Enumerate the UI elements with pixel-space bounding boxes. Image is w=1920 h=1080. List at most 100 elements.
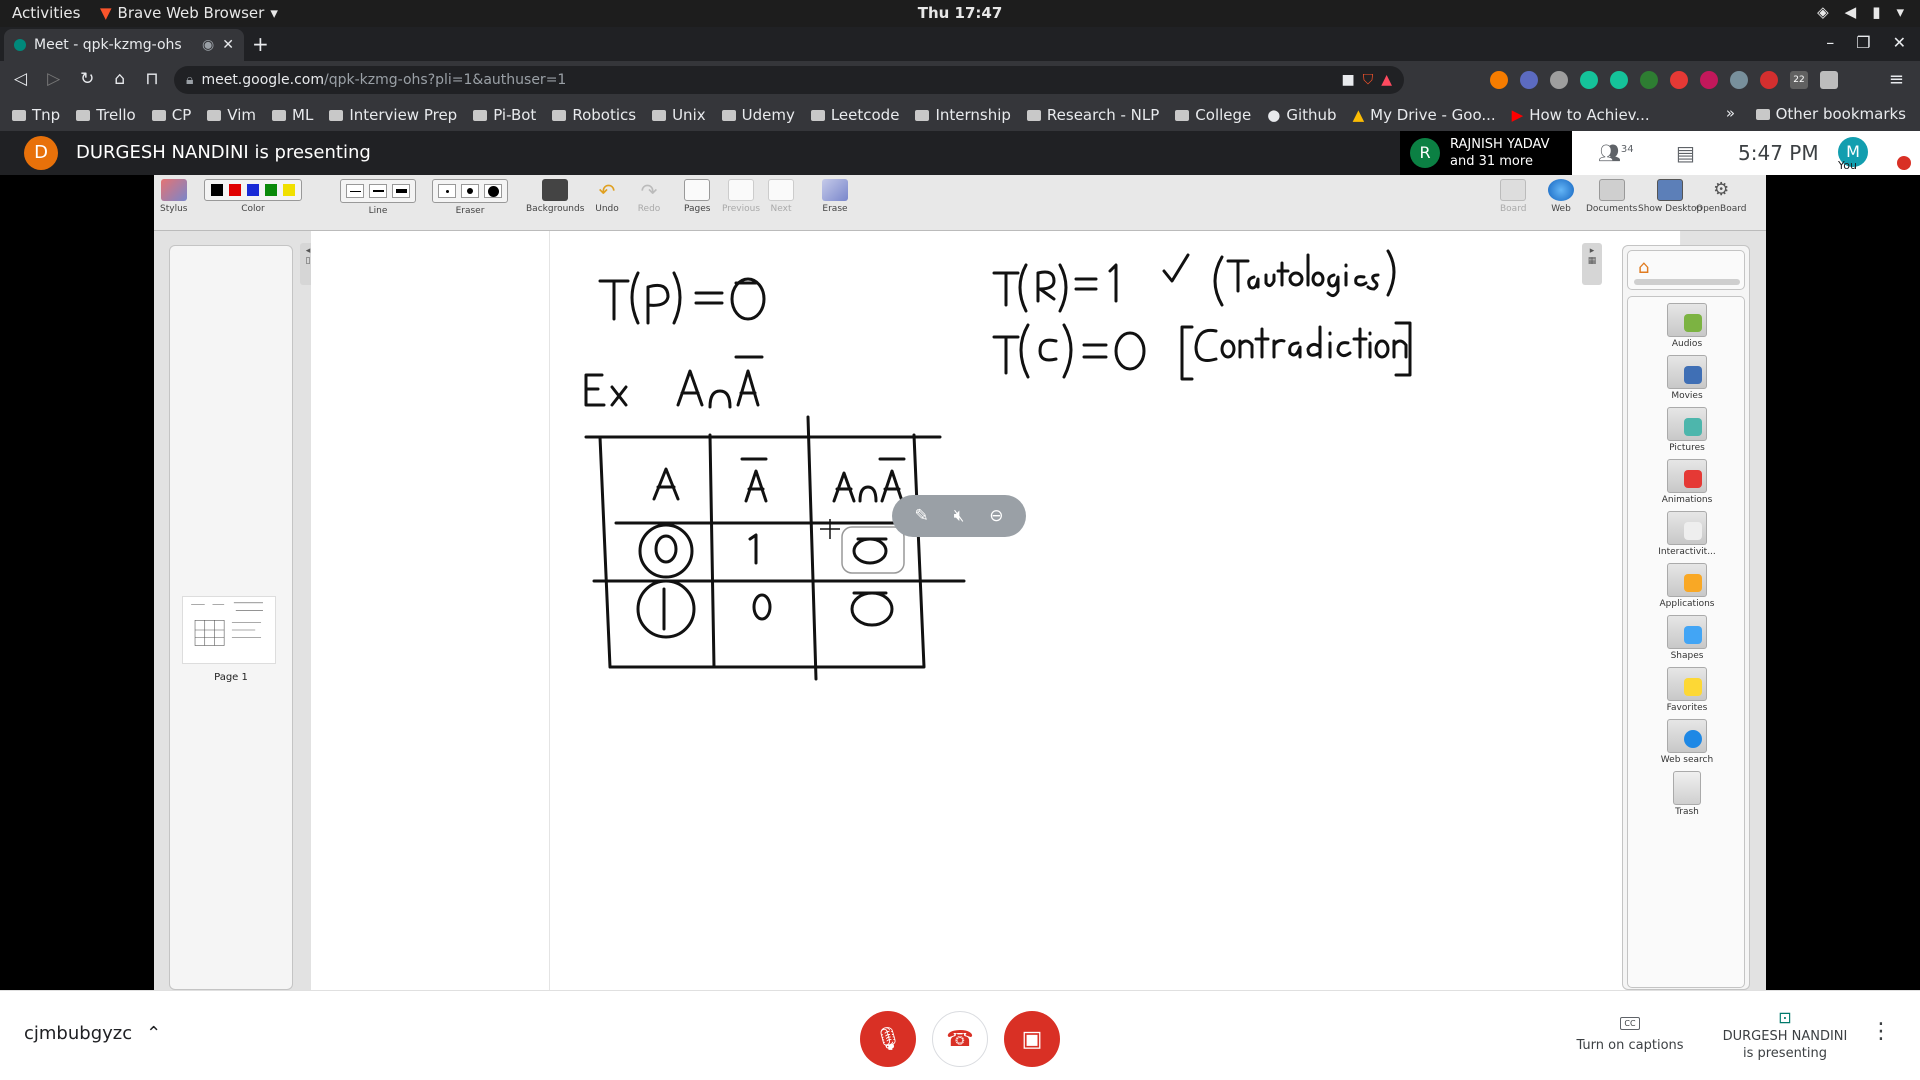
openboard-menu-button[interactable]: ⚙ OpenBoard <box>1696 179 1747 214</box>
mute-icon[interactable]: 🔇︎ <box>954 506 965 526</box>
extension-icon[interactable] <box>1730 71 1748 89</box>
remove-icon[interactable]: ⊖ <box>989 506 1003 526</box>
chat-icon[interactable]: ▤ <box>1676 141 1695 165</box>
library-item-shapes[interactable]: Shapes <box>1628 615 1746 661</box>
bookmark-item[interactable]: Interview Prep <box>329 106 457 124</box>
color-tool[interactable]: Color <box>204 179 302 214</box>
extension-icon[interactable] <box>1640 71 1658 89</box>
bookmark-item[interactable]: Robotics <box>552 106 636 124</box>
color-swatch-black[interactable] <box>211 184 223 196</box>
grammarly-icon[interactable] <box>1580 71 1598 89</box>
bookmark-item[interactable]: CP <box>151 106 191 124</box>
library-item-favorites[interactable]: Favorites <box>1628 667 1746 713</box>
system-tray[interactable]: ◈ ◀ ▮ ▾ <box>1817 3 1904 21</box>
previous-page-button[interactable]: Previous <box>722 179 760 214</box>
bookmark-item[interactable]: Research - NLP <box>1026 106 1159 124</box>
bookmark-item[interactable]: Trello <box>76 106 136 124</box>
participant-tile[interactable]: R RAJNISH YADAV and 31 more <box>1400 131 1572 175</box>
line-tool[interactable]: Line <box>340 179 416 216</box>
board-mode-button[interactable]: Board <box>1500 179 1526 214</box>
collapse-right-panel-button[interactable]: ▸ ▦ <box>1582 243 1602 285</box>
reload-icon[interactable]: ↻ <box>80 69 94 89</box>
extension-icon[interactable] <box>1520 71 1538 89</box>
library-item-movies[interactable]: Movies <box>1628 355 1746 401</box>
bookmark-item[interactable]: ● Github <box>1267 106 1336 124</box>
captions-button[interactable]: CC Turn on captions <box>1570 1015 1690 1053</box>
extension-badge-icon[interactable]: 22 <box>1790 71 1808 89</box>
presentation-status-button[interactable]: ⊡ DURGESH NANDINI is presenting <box>1715 1009 1855 1062</box>
next-page-button[interactable]: Next <box>768 179 794 214</box>
close-tab-icon[interactable]: ✕ <box>222 37 234 53</box>
bookmark-item[interactable]: Udemy <box>721 106 795 124</box>
microphone-toggle-button[interactable]: 🎙︎ <box>860 1011 916 1067</box>
brave-shields-icon[interactable]: ⛉ <box>1363 72 1374 88</box>
people-button[interactable]: 👥︎34 <box>1598 143 1634 164</box>
clock[interactable]: Thu 17:47 <box>0 4 1920 22</box>
eraser-large[interactable] <box>484 184 502 198</box>
bookmark-item[interactable]: Pi-Bot <box>473 106 536 124</box>
new-tab-button[interactable]: + <box>252 32 269 56</box>
minimize-icon[interactable]: – <box>1826 33 1834 52</box>
forward-icon[interactable]: ▷ <box>47 69 60 89</box>
meeting-details[interactable]: cjmbubgyzc ⌃ <box>24 1023 161 1044</box>
color-swatch-green[interactable] <box>265 184 277 196</box>
color-swatch-yellow[interactable] <box>283 184 295 196</box>
color-swatch-blue[interactable] <box>247 184 259 196</box>
line-thin[interactable] <box>346 184 364 198</box>
more-options-icon[interactable]: ⋮ <box>1870 1019 1892 1044</box>
backgrounds-tool[interactable]: Backgrounds <box>526 179 584 214</box>
extension-icon[interactable] <box>1550 71 1568 89</box>
library-item-pictures[interactable]: Pictures <box>1628 407 1746 453</box>
leave-call-button[interactable]: ☎︎ <box>932 1011 988 1067</box>
eraser-small[interactable] <box>438 184 456 198</box>
web-mode-button[interactable]: Web <box>1548 179 1574 214</box>
extension-icon[interactable] <box>1760 71 1778 89</box>
bookmark-item[interactable]: Internship <box>915 106 1011 124</box>
bookmark-item[interactable]: ML <box>272 106 313 124</box>
library-item-audios[interactable]: Audios <box>1628 303 1746 349</box>
show-desktop-button[interactable]: Show Desktop <box>1638 179 1702 214</box>
stylus-tool[interactable]: Stylus <box>160 179 187 214</box>
library-item-animations[interactable]: Animations <box>1628 459 1746 505</box>
eraser-medium[interactable] <box>461 184 479 198</box>
bookmark-icon[interactable]: ⊓ <box>145 69 158 89</box>
home-icon[interactable]: ⌂ <box>114 69 125 89</box>
library-home[interactable]: ⌂ <box>1627 250 1745 290</box>
extension-icon[interactable] <box>1700 71 1718 89</box>
page-thumbnail[interactable] <box>182 596 276 664</box>
library-item-interactivities[interactable]: Interactivit... <box>1628 511 1746 557</box>
bookmark-item[interactable]: Unix <box>652 106 706 124</box>
pages-button[interactable]: Pages <box>684 179 710 214</box>
eraser-tool[interactable]: Eraser <box>432 179 508 216</box>
more-bookmarks-icon[interactable]: » <box>1726 104 1735 122</box>
bookmark-item[interactable]: College <box>1175 106 1251 124</box>
extension-icon[interactable] <box>1820 71 1838 89</box>
library-item-applications[interactable]: Applications <box>1628 563 1746 609</box>
maximize-icon[interactable]: ❐ <box>1856 33 1870 52</box>
back-icon[interactable]: ◁ <box>14 69 27 89</box>
camera-toggle-button[interactable]: ▣ <box>1004 1011 1060 1067</box>
library-item-trash[interactable]: Trash <box>1628 771 1746 817</box>
extension-icon[interactable] <box>1490 71 1508 89</box>
close-window-icon[interactable]: ✕ <box>1893 33 1906 52</box>
whiteboard-canvas[interactable] <box>549 231 1681 990</box>
line-thick[interactable] <box>392 184 410 198</box>
camera-in-use-icon[interactable]: ■ <box>1341 72 1354 88</box>
bookmark-item[interactable]: Tnp <box>12 106 60 124</box>
extension-icon[interactable] <box>1670 71 1688 89</box>
redo-button[interactable]: ↷ Redo <box>636 179 662 214</box>
color-swatch-red[interactable] <box>229 184 241 196</box>
pin-off-icon[interactable]: ✎ <box>914 506 928 526</box>
erase-button[interactable]: Erase <box>822 179 848 214</box>
grammarly-icon[interactable] <box>1610 71 1628 89</box>
bookmark-item[interactable]: Leetcode <box>810 106 899 124</box>
library-slider[interactable] <box>1634 279 1740 285</box>
line-medium[interactable] <box>369 184 387 198</box>
bookmark-item[interactable]: ▶ How to Achiev... <box>1512 106 1650 124</box>
undo-button[interactable]: ↶ Undo <box>594 179 620 214</box>
brave-rewards-icon[interactable]: ▲ <box>1381 72 1392 88</box>
bookmark-item[interactable]: Vim <box>207 106 256 124</box>
documents-mode-button[interactable]: Documents <box>1586 179 1637 214</box>
browser-tab[interactable]: Meet - qpk-kzmg-ohs ◉ ✕ <box>4 29 244 61</box>
bookmark-item[interactable]: ▲ My Drive - Goo... <box>1353 106 1496 124</box>
